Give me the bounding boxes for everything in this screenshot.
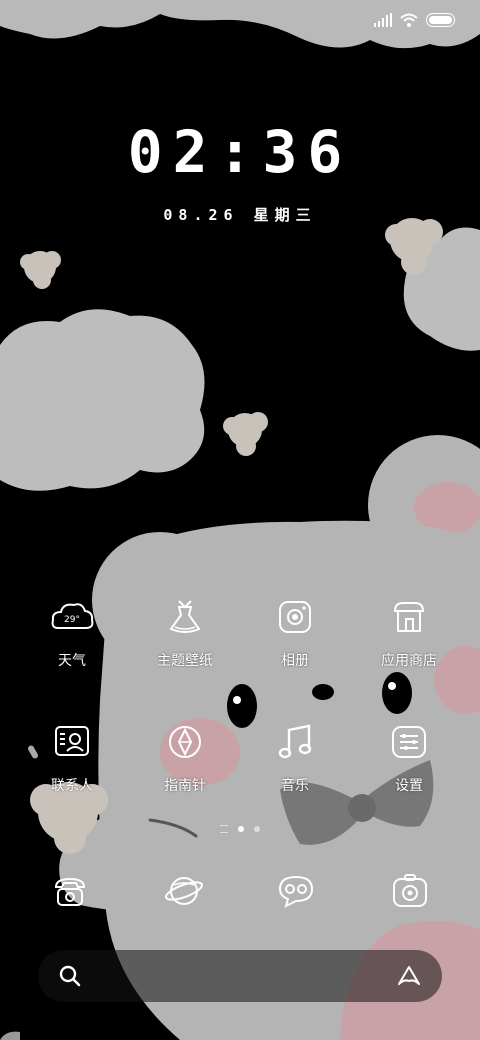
- page-indicator[interactable]: [0, 825, 480, 833]
- compass-icon: [160, 717, 210, 767]
- app-label: 音乐: [281, 778, 309, 794]
- music-note-icon: [270, 717, 320, 767]
- status-bar: [374, 10, 456, 30]
- dress-icon: [160, 592, 210, 642]
- app-label: 相册: [281, 653, 309, 669]
- browser-planet-icon: [165, 877, 203, 905]
- page-dot-feed[interactable]: [220, 825, 228, 833]
- app-label: 指南针: [164, 778, 206, 794]
- app-music[interactable]: 音乐: [240, 717, 350, 795]
- app-settings[interactable]: 设置: [354, 717, 464, 795]
- clock-date: 08.26 星期三: [163, 206, 317, 224]
- svg-text:29°: 29°: [64, 615, 80, 625]
- dock-phone[interactable]: [40, 866, 100, 916]
- wifi-icon: [400, 13, 418, 27]
- app-theme-wallpaper[interactable]: 主题壁纸: [130, 592, 240, 670]
- messages-icon: [278, 875, 314, 908]
- app-weather[interactable]: 29° 天气: [17, 592, 127, 670]
- dock-camera[interactable]: [380, 866, 440, 916]
- page-dot-current[interactable]: [238, 826, 244, 832]
- dock-browser[interactable]: [154, 866, 214, 916]
- phone-icon: [54, 877, 86, 906]
- page-dot[interactable]: [254, 826, 260, 832]
- battery-icon: [426, 13, 455, 27]
- weather-cloud-icon: 29°: [47, 592, 97, 642]
- app-label: 联系人: [51, 778, 93, 794]
- app-label: 主题壁纸: [157, 653, 213, 669]
- search-bar[interactable]: [38, 950, 442, 1002]
- assistant-icon[interactable]: [396, 964, 422, 988]
- app-compass[interactable]: 指南针: [130, 717, 240, 795]
- settings-panel-icon: [384, 717, 434, 767]
- app-gallery[interactable]: 相册: [240, 592, 350, 670]
- app-app-store[interactable]: 应用商店: [354, 592, 464, 670]
- app-label: 设置: [395, 778, 423, 794]
- app-label: 天气: [58, 653, 86, 669]
- shop-icon: [384, 592, 434, 642]
- app-contacts[interactable]: 联系人: [17, 717, 127, 795]
- contacts-card-icon: [47, 717, 97, 767]
- camera-icon: [270, 592, 320, 642]
- clock-time[interactable]: 02:36: [0, 118, 480, 186]
- search-icon[interactable]: [58, 964, 82, 988]
- cellular-signal-icon: [374, 13, 392, 27]
- app-label: 应用商店: [381, 653, 437, 669]
- dock-messages[interactable]: [266, 866, 326, 916]
- camera-icon: [393, 874, 427, 907]
